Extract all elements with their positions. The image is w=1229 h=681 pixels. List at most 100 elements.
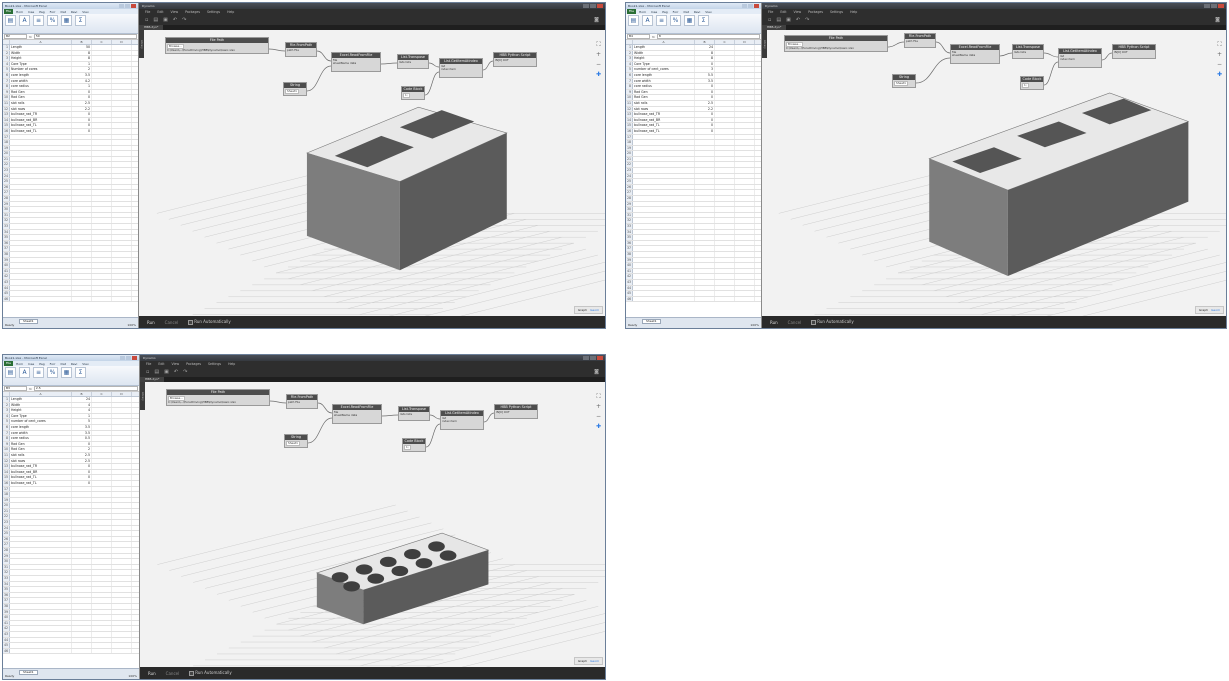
cell-empty[interactable] [735, 162, 755, 168]
node-code-block[interactable]: Code Block 1; [1020, 76, 1044, 90]
cell-empty[interactable] [112, 441, 132, 447]
row-number[interactable]: 28 [626, 196, 633, 201]
column-header-d[interactable]: D [735, 40, 755, 44]
close-icon[interactable] [132, 356, 137, 360]
cell-empty[interactable] [112, 112, 132, 117]
node-string[interactable]: String Sheet1 [283, 82, 307, 96]
cell-empty[interactable] [112, 84, 132, 89]
cell-empty[interactable] [92, 508, 112, 514]
percent-icon[interactable]: % [47, 367, 58, 378]
cell-empty[interactable] [112, 475, 132, 480]
cell-name[interactable] [10, 503, 72, 508]
cell-empty[interactable] [92, 56, 112, 61]
cell-empty[interactable] [92, 564, 112, 570]
cell-name[interactable] [10, 508, 72, 514]
row-number[interactable]: 5 [626, 67, 633, 72]
cell-name[interactable]: core length [633, 72, 695, 78]
row-number[interactable]: 12 [626, 106, 633, 112]
port-in0[interactable]: IN[0] [495, 58, 502, 62]
cell-name[interactable]: bullnose_rad_TR [10, 112, 72, 117]
cell-name[interactable]: Height [10, 56, 72, 61]
cell-value[interactable] [72, 145, 92, 151]
cell-value[interactable] [72, 151, 92, 156]
cell-value[interactable] [695, 251, 715, 257]
cell-value[interactable] [695, 156, 715, 162]
cell-empty[interactable] [735, 224, 755, 229]
row-number[interactable]: 42 [3, 626, 10, 631]
cell-empty[interactable] [112, 134, 132, 140]
cell-empty[interactable] [92, 123, 112, 128]
cell-empty[interactable] [92, 525, 112, 531]
cell-name[interactable]: core radius [633, 84, 695, 89]
cell-empty[interactable] [715, 251, 735, 257]
cell-empty[interactable] [112, 291, 132, 296]
cell-empty[interactable] [112, 643, 132, 648]
cell-name[interactable] [633, 201, 695, 207]
run-automatically-checkbox[interactable]: Run Automatically [189, 670, 232, 676]
cell-empty[interactable] [92, 497, 112, 503]
cell-name[interactable]: Length [10, 397, 72, 402]
zoom-fit-icon[interactable]: ⛶ [596, 42, 601, 48]
cell-name[interactable] [10, 542, 72, 548]
cell-empty[interactable] [92, 503, 112, 508]
node-list-transpose[interactable]: List.Transpose lists lists [397, 54, 429, 69]
cell-empty[interactable] [92, 67, 112, 72]
row-number[interactable]: 43 [3, 631, 10, 637]
cell-empty[interactable] [112, 402, 132, 408]
cell-name[interactable] [633, 240, 695, 246]
ribbon-tab-inse[interactable]: Inse [26, 362, 36, 366]
cell-name[interactable] [10, 576, 72, 581]
cell-value[interactable] [72, 553, 92, 559]
cell-value[interactable] [72, 497, 92, 503]
code-block-value[interactable]: 1; [1022, 83, 1029, 89]
cell-empty[interactable] [92, 408, 112, 413]
cell-name[interactable]: Rad Gen [10, 447, 72, 452]
cell-empty[interactable] [715, 112, 735, 117]
cell-empty[interactable] [715, 184, 735, 190]
code-block-value[interactable]: 1; [403, 93, 410, 99]
row-number[interactable]: 44 [3, 637, 10, 643]
cell-empty[interactable] [112, 520, 132, 525]
cell-value[interactable] [72, 212, 92, 218]
row-number[interactable]: 9 [626, 89, 633, 95]
cell-value[interactable] [72, 536, 92, 542]
pan-icon[interactable]: ✚ [1217, 72, 1222, 78]
cell-empty[interactable] [735, 207, 755, 212]
cell-name[interactable]: bullnose_rad_TL [10, 480, 72, 486]
cell-name[interactable] [633, 296, 695, 302]
row-number[interactable]: 13 [3, 112, 10, 117]
cell-empty[interactable] [715, 218, 735, 223]
cell-empty[interactable] [715, 268, 735, 274]
cell-name[interactable] [10, 570, 72, 575]
row-number[interactable]: 45 [3, 643, 10, 648]
ribbon-tab-file[interactable]: File [627, 9, 637, 14]
cell-value[interactable] [695, 240, 715, 246]
cell-name[interactable] [10, 492, 72, 497]
ribbon-tab-forr[interactable]: Forr [48, 362, 58, 366]
cell-name[interactable] [10, 257, 72, 263]
cell-empty[interactable] [715, 89, 735, 95]
cell-value[interactable] [72, 508, 92, 514]
cell-value[interactable]: 5.5 [695, 72, 715, 78]
cell-name[interactable] [10, 648, 72, 654]
undo-icon[interactable]: ↶ [173, 17, 177, 23]
cell-empty[interactable] [715, 235, 735, 240]
cell-value[interactable] [695, 190, 715, 196]
cell-empty[interactable] [735, 128, 755, 134]
cancel-button[interactable]: Cancel [788, 320, 802, 325]
row-number[interactable]: 28 [3, 196, 10, 201]
cell-empty[interactable] [735, 263, 755, 268]
cell-empty[interactable] [715, 240, 735, 246]
maximize-icon[interactable] [125, 4, 130, 8]
sheet-grid[interactable]: 1 Length 24 2 Width 4 3 Height 4 4 Core Type 1 5 numb… [3, 397, 139, 655]
cell-empty[interactable] [92, 50, 112, 56]
row-number[interactable]: 9 [3, 89, 10, 95]
cell-name[interactable] [10, 201, 72, 207]
cell-empty[interactable] [112, 168, 132, 173]
cell-empty[interactable] [112, 285, 132, 291]
cell-name[interactable] [10, 235, 72, 240]
cell-name[interactable]: bullnose_rad_TR [10, 464, 72, 469]
ribbon-tab-file[interactable]: File [4, 361, 14, 366]
cell-empty[interactable] [715, 145, 735, 151]
cell-name[interactable] [633, 145, 695, 151]
